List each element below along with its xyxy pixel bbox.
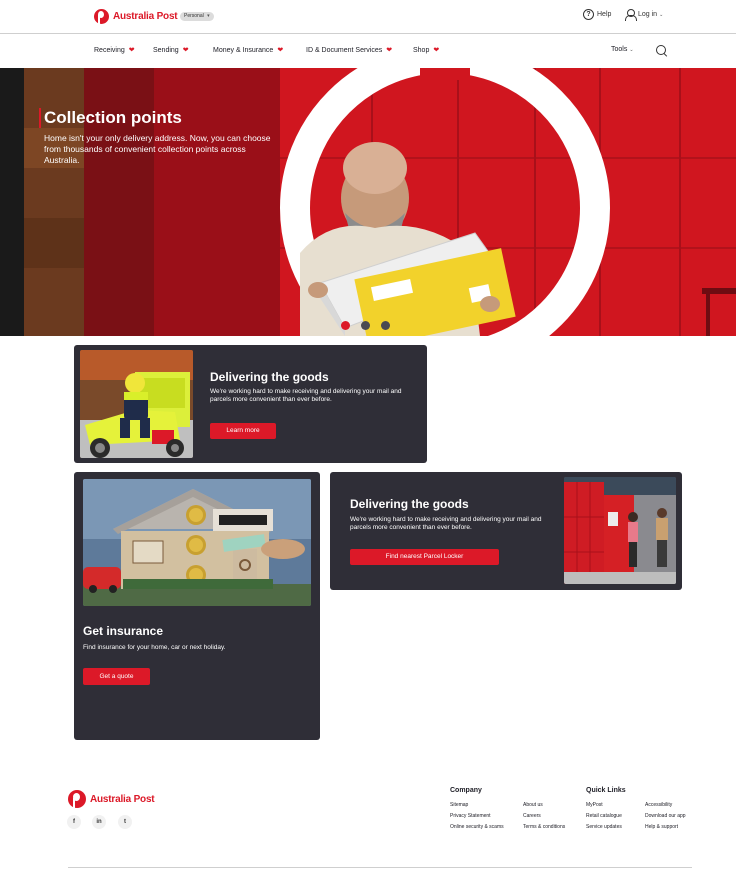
footer-brand-name: Australia Post: [90, 793, 155, 805]
footer-link-sitemap[interactable]: Sitemap: [450, 802, 468, 808]
heart-chevron-icon: ❤: [128, 47, 135, 54]
chevron-down-icon: ⌄: [629, 46, 634, 53]
footer-link-terms[interactable]: Terms & conditions: [523, 824, 565, 830]
footer-link-privacy[interactable]: Privacy Statement: [450, 813, 491, 819]
australia-post-logo-icon: [68, 790, 86, 808]
nav-item-label: Tools: [611, 46, 628, 53]
footer-heading-quick-links: Quick Links: [586, 787, 626, 794]
card-body: Find insurance for your home, car or nex…: [83, 644, 226, 651]
brand-name: Australia Post: [113, 11, 178, 22]
help-label: Help: [597, 11, 612, 18]
footer-link-mypost[interactable]: MyPost: [586, 802, 603, 808]
footer-australia-post-logo[interactable]: Australia Post: [68, 790, 155, 808]
footer-link-careers[interactable]: Careers: [523, 813, 541, 819]
help-link[interactable]: ? Help: [583, 9, 611, 20]
hero-title: Collection points: [39, 108, 274, 128]
nav-item-label: Sending: [153, 46, 179, 54]
footer-heading-company: Company: [450, 787, 482, 794]
card-delivering-goods: Delivering the goods We're working hard …: [74, 345, 427, 463]
heart-chevron-icon: ❤: [182, 47, 189, 54]
linkedin-icon[interactable]: in: [92, 815, 106, 829]
heart-chevron-icon: ❤: [386, 47, 393, 54]
footer-link-accessibility[interactable]: Accessibility: [645, 802, 672, 808]
user-icon: [625, 9, 637, 21]
card-body: We're working hard to make receiving and…: [210, 388, 402, 403]
heart-chevron-icon: ❤: [277, 47, 284, 54]
carousel-dots: [341, 321, 390, 330]
nav-item-sending[interactable]: Sending ❤: [153, 46, 189, 55]
nav-item-label: Shop: [413, 46, 430, 54]
nav-item-label: ID & Document Services: [306, 46, 383, 54]
hero-banner: Collection points Home isn't your only d…: [0, 68, 736, 336]
carousel-dot-2[interactable]: [361, 321, 370, 330]
login-link[interactable]: Log in ⌄: [625, 9, 664, 21]
australia-post-logo[interactable]: Australia Post: [94, 9, 178, 24]
nav-item-label: Receiving: [94, 46, 125, 54]
nav-item-money-insurance[interactable]: Money & Insurance ❤: [213, 46, 284, 55]
card-title: Get insurance: [83, 624, 164, 638]
segment-selector[interactable]: Personal ▾: [180, 12, 214, 21]
parcel-locker-image: [564, 477, 676, 584]
carousel-dot-1[interactable]: [341, 321, 350, 330]
segment-label: Personal: [184, 13, 204, 19]
login-label: Log in: [638, 11, 658, 18]
twitter-icon[interactable]: t: [118, 815, 132, 829]
footer-link-about-us[interactable]: About us: [523, 802, 543, 808]
nav-item-label: Money & Insurance: [213, 46, 274, 54]
insured-house-image: [83, 479, 311, 606]
hero-description: Home isn't your only delivery address. N…: [44, 133, 271, 165]
card-get-insurance: Get insurance Find insurance for your ho…: [74, 472, 320, 740]
carousel-dot-3[interactable]: [381, 321, 390, 330]
search-icon[interactable]: [656, 45, 668, 57]
top-bar: Australia Post Personal ▾ ? Help Log in …: [0, 0, 736, 34]
nav-item-receiving[interactable]: Receiving ❤: [94, 46, 135, 55]
heart-chevron-icon: ❤: [433, 47, 440, 54]
hero-text-block: Collection points Home isn't your only d…: [39, 108, 274, 166]
learn-more-button[interactable]: Learn more: [210, 423, 276, 439]
nav-item-shop[interactable]: Shop ❤: [413, 46, 440, 55]
footer-link-help-support[interactable]: Help & support: [645, 824, 678, 830]
footer-link-service-updates[interactable]: Service updates: [586, 824, 622, 830]
delivery-vehicle-image: [80, 350, 193, 458]
card-body: We're working hard to make receiving and…: [350, 516, 542, 531]
find-parcel-locker-button[interactable]: Find nearest Parcel Locker: [350, 549, 499, 565]
nav-item-tools[interactable]: Tools ⌄: [611, 46, 634, 53]
get-quote-button[interactable]: Get a quote: [83, 668, 150, 685]
card-title: Delivering the goods: [350, 497, 469, 511]
card-parcel-locker: Delivering the goods We're working hard …: [330, 472, 682, 590]
footer-link-retail-catalogue[interactable]: Retail catalogue: [586, 813, 622, 819]
main-nav: Receiving ❤ Sending ❤ Money & Insurance …: [0, 34, 736, 68]
card-title: Delivering the goods: [210, 370, 329, 384]
australia-post-logo-icon: [94, 9, 109, 24]
nav-item-id-document-services[interactable]: ID & Document Services ❤: [306, 46, 393, 55]
footer-divider: [68, 867, 692, 868]
footer-link-online-security[interactable]: Online security & scams: [450, 824, 504, 830]
chevron-down-icon: ▾: [207, 13, 210, 19]
help-icon: ?: [583, 9, 594, 20]
chevron-down-icon: ⌄: [659, 11, 664, 18]
footer-link-download-app[interactable]: Download our app: [645, 813, 686, 819]
facebook-icon[interactable]: f: [67, 815, 81, 829]
